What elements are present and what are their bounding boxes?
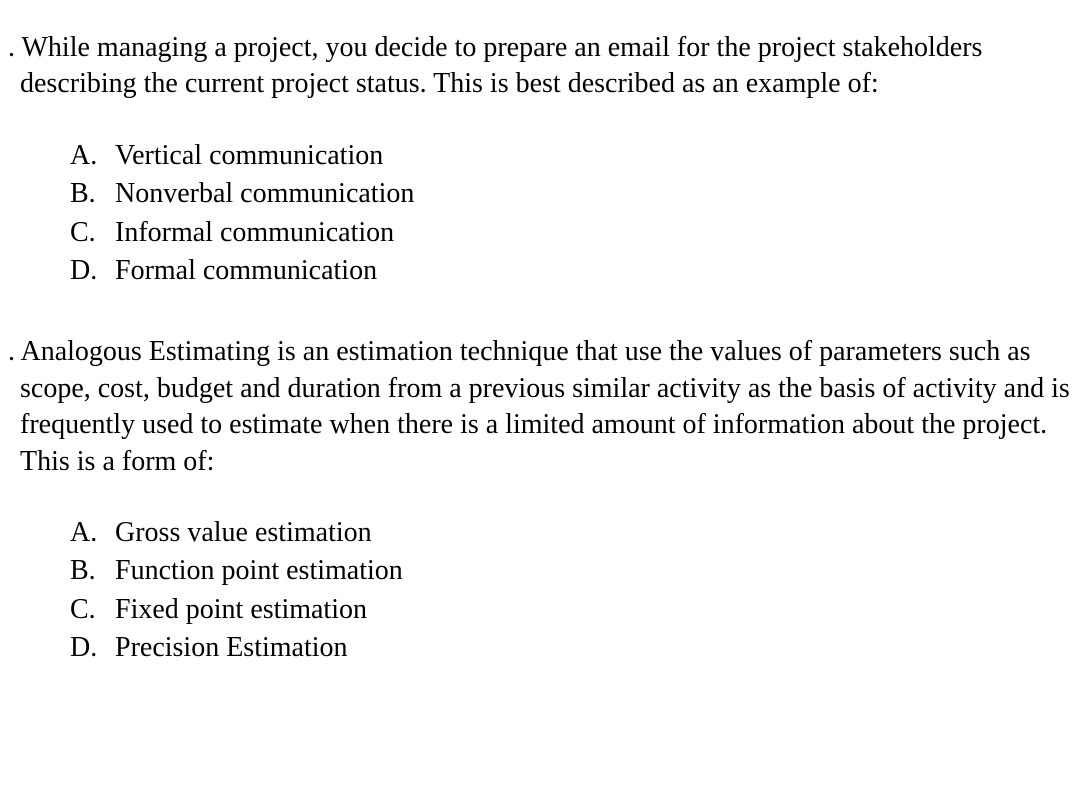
option-letter: C. xyxy=(70,215,115,251)
option-letter: A. xyxy=(70,138,115,174)
question-block: While managing a project, you decide to … xyxy=(0,30,1070,289)
option-letter: C. xyxy=(70,592,115,628)
option-letter: B. xyxy=(70,176,115,212)
option-text: Fixed point estimation xyxy=(115,592,1070,628)
option-text: Informal communication xyxy=(115,215,1070,251)
option-letter: B. xyxy=(70,553,115,589)
option-text: Formal communication xyxy=(115,253,1070,289)
option-item: A. Gross value estimation xyxy=(70,515,1070,551)
option-item: C. Informal communication xyxy=(70,215,1070,251)
option-letter: D. xyxy=(70,630,115,666)
options-list: A. Gross value estimation B. Function po… xyxy=(0,515,1070,667)
option-item: A. Vertical communication xyxy=(70,138,1070,174)
question-text: While managing a project, you decide to … xyxy=(0,30,1070,103)
option-text: Gross value estimation xyxy=(115,515,1070,551)
option-letter: D. xyxy=(70,253,115,289)
option-item: C. Fixed point estimation xyxy=(70,592,1070,628)
option-letter: A. xyxy=(70,515,115,551)
options-list: A. Vertical communication B. Nonverbal c… xyxy=(0,138,1070,290)
option-item: B. Function point estimation xyxy=(70,553,1070,589)
option-text: Vertical communication xyxy=(115,138,1070,174)
question-block: Analogous Estimating is an estimation te… xyxy=(0,334,1070,666)
option-text: Precision Estimation xyxy=(115,630,1070,666)
option-item: D. Precision Estimation xyxy=(70,630,1070,666)
option-text: Function point estimation xyxy=(115,553,1070,589)
option-item: D. Formal communication xyxy=(70,253,1070,289)
option-text: Nonverbal communication xyxy=(115,176,1070,212)
question-text: Analogous Estimating is an estimation te… xyxy=(0,334,1070,480)
option-item: B. Nonverbal communication xyxy=(70,176,1070,212)
